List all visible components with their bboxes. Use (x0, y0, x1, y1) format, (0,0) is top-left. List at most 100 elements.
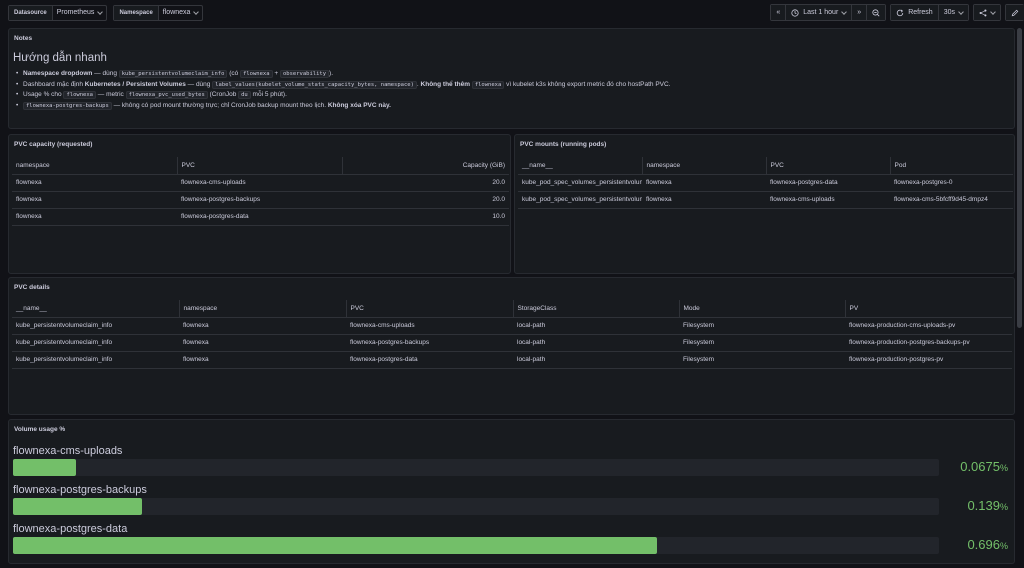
time-range-label: Last 1 hour (803, 9, 839, 16)
table-row: kube_persistentvolumeclaim_info flownexa f… (12, 317, 1012, 335)
chevrons-right-icon: » (857, 9, 862, 16)
table-cell: flownexa (12, 191, 177, 209)
table-cell: flownexa (179, 351, 346, 369)
panel-title: Notes (14, 35, 33, 42)
pvc-capacity-panel: PVC capacity (requested) namespace PVC C… (8, 134, 511, 274)
bar-gauge-fill (13, 537, 658, 554)
bar-gauge-fill (13, 498, 142, 515)
table-cell: flownexa-postgres-backups (346, 334, 513, 352)
column-header[interactable]: PVC (346, 300, 514, 318)
table-cell: local-path (513, 351, 679, 369)
namespace-select[interactable]: flownexa (159, 6, 203, 20)
table-row: kube_pod_spec_volumes_persistentvolumecl… (518, 191, 1013, 209)
table-cell: flownexa (12, 208, 177, 226)
table-cell: flownexa-postgres-data (177, 208, 342, 226)
table-header-row: namespace PVC Capacity (GiB) (12, 157, 509, 175)
table-cell: local-path (513, 317, 679, 335)
volume-usage-panel: Volume usage % flownexa-cms-uploads 0.06… (8, 419, 1015, 564)
table-row: flownexa flownexa-cms-uploads 20.0 (12, 174, 509, 192)
table-header-row: __name__ namespace PVC StorageClass Mode… (12, 300, 1012, 318)
table-cell: flownexa (179, 334, 346, 352)
share-icon (979, 9, 987, 16)
bar-gauge-track (13, 537, 939, 554)
column-header[interactable]: __name__ (518, 157, 643, 175)
table-cell: Filesystem (679, 351, 845, 369)
table-header-row: __name__ namespace PVC Pod (518, 157, 1013, 175)
table-cell: 20.0 (342, 174, 509, 192)
table-cell: flownexa-cms-5bfcff9d45-dmpz4 (890, 191, 1013, 209)
notes-list: Namespace dropdown — dùng kube_persisten… (14, 69, 994, 111)
variable-datasource[interactable]: Datasource Prometheus (8, 5, 108, 21)
table-cell: flownexa-cms-uploads (766, 191, 890, 209)
table-cell: flownexa-postgres-data (346, 351, 513, 369)
dashboard-toolbar: Datasource Prometheus Namespace flownexa… (0, 0, 1024, 26)
panel-title: PVC mounts (running pods) (520, 141, 607, 148)
zoom-out-button[interactable] (867, 5, 886, 20)
column-header[interactable]: StorageClass (513, 300, 680, 318)
refresh-interval-select[interactable]: 30s (938, 5, 968, 20)
table-cell: flownexa-postgres-0 (890, 174, 1013, 192)
pvc-mounts-panel: PVC mounts (running pods) __name__ names… (514, 134, 1015, 274)
column-header[interactable]: namespace (179, 300, 347, 318)
pencil-icon (1011, 9, 1019, 16)
chevron-down-icon (990, 8, 996, 15)
table-row: kube_persistentvolumeclaim_info flownexa f… (12, 334, 1012, 352)
share-button[interactable] (974, 5, 1000, 20)
table-cell: local-path (513, 334, 679, 352)
chevron-down-icon (97, 9, 104, 15)
bar-gauge-track (13, 498, 939, 515)
column-header[interactable]: Capacity (GiB) (342, 157, 509, 175)
bar-gauge-label: flownexa-cms-uploads (13, 445, 123, 457)
table-row: kube_persistentvolumeclaim_info flownexa f… (12, 351, 1012, 369)
chevron-down-icon (958, 8, 964, 15)
datasource-select[interactable]: Prometheus (53, 6, 107, 20)
variable-label: Datasource (9, 6, 53, 20)
table-cell: kube_pod_spec_volumes_persistentvolumecl… (518, 174, 642, 192)
pvc-capacity-table: namespace PVC Capacity (GiB) flownexa flo… (12, 157, 509, 226)
table-cell: flownexa-cms-uploads (177, 174, 342, 192)
panel-title: Volume usage % (14, 426, 66, 433)
column-header[interactable]: Pod (890, 157, 1013, 175)
column-header[interactable]: PVC (177, 157, 343, 175)
time-shift-back-button[interactable]: « (771, 5, 787, 20)
time-shift-forward-button[interactable]: » (852, 5, 868, 20)
column-header[interactable]: __name__ (12, 300, 180, 318)
bar-gauge-label: flownexa-postgres-data (13, 523, 128, 535)
column-header[interactable]: Mode (679, 300, 846, 318)
clock-icon (791, 8, 799, 17)
edit-button[interactable] (1006, 5, 1024, 20)
table-cell: kube_pod_spec_volumes_persistentvolumecl… (518, 191, 642, 209)
refresh-button[interactable]: Refresh (891, 5, 939, 20)
column-header[interactable]: PVC (766, 157, 891, 175)
bar-gauge-label: flownexa-postgres-backups (13, 484, 147, 496)
bar-gauge-fill (13, 459, 76, 476)
table-cell: flownexa-postgres-data (766, 174, 890, 192)
pvc-details-table: __name__ namespace PVC StorageClass Mode… (12, 300, 1012, 369)
column-header[interactable]: namespace (12, 157, 178, 175)
pvc-mounts-table: __name__ namespace PVC Pod kube_pod_spec… (518, 157, 1013, 209)
table-cell: flownexa-production-postgres-backups-pv (845, 334, 1012, 352)
page-scrollbar[interactable] (1017, 28, 1022, 328)
table-cell: flownexa (12, 174, 177, 192)
notes-item: Dashboard mặc định Kubernetes / Persiste… (14, 80, 994, 91)
table-cell: kube_persistentvolumeclaim_info (12, 334, 179, 352)
notes-heading: Hướng dẫn nhanh (13, 52, 107, 64)
bar-gauge-value: 0.0675% (960, 459, 1008, 474)
notes-panel: Notes Hướng dẫn nhanh Namespace dropdown… (8, 28, 1015, 129)
table-cell: Filesystem (679, 334, 845, 352)
table-cell: Filesystem (679, 317, 845, 335)
column-header[interactable]: PV (845, 300, 1012, 318)
table-row: flownexa flownexa-postgres-data 10.0 (12, 208, 509, 226)
table-row: flownexa flownexa-postgres-backups 20.0 (12, 191, 509, 209)
table-cell: flownexa (179, 317, 346, 335)
column-header[interactable]: namespace (642, 157, 767, 175)
table-cell: kube_persistentvolumeclaim_info (12, 351, 179, 369)
variable-label: Namespace (114, 6, 159, 20)
time-picker-button[interactable]: Last 1 hour (786, 5, 853, 20)
table-cell: flownexa-postgres-backups (177, 191, 342, 209)
variable-namespace[interactable]: Namespace flownexa (113, 5, 204, 21)
table-cell: 20.0 (342, 191, 509, 209)
table-cell: flownexa-production-postgres-pv (845, 351, 1012, 369)
chevrons-left-icon: « (776, 9, 781, 16)
notes-item: flownexa-postgres-backups — không có pod… (14, 101, 994, 112)
